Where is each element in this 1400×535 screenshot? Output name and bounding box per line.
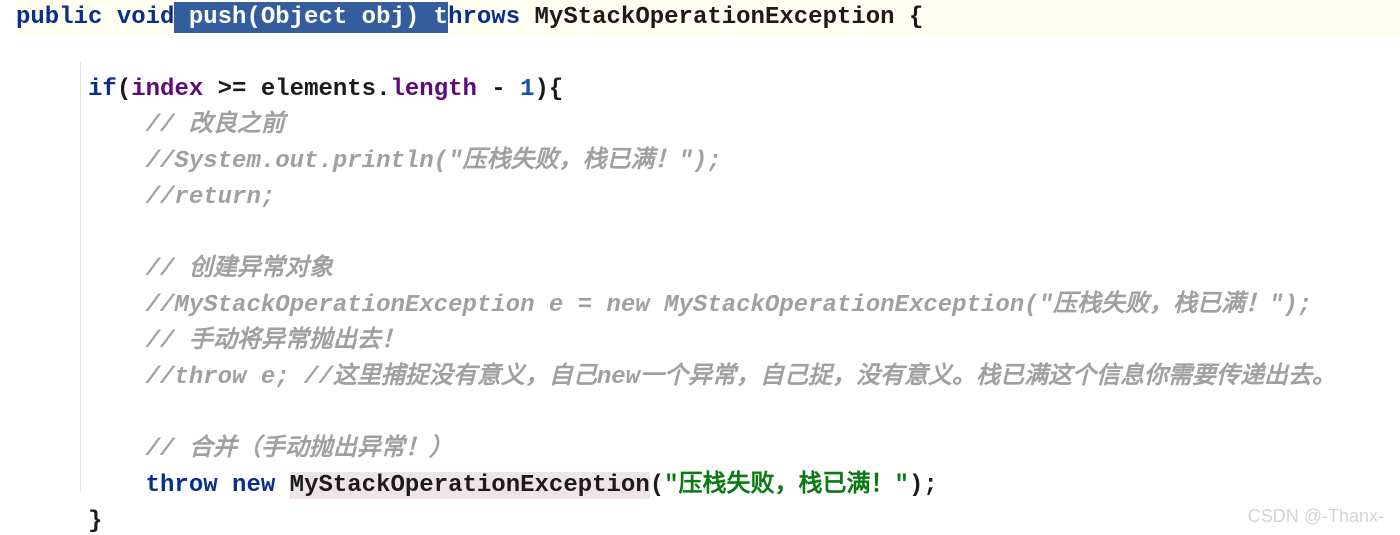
selection[interactable]: push(Object obj) t [174, 2, 448, 33]
code-line-method-sig[interactable]: public void push(Object obj) throws MySt… [16, 0, 1400, 36]
code-line-comment[interactable]: // 手动将异常抛出去！ [16, 328, 405, 355]
string-literal: "压栈失败，栈已满！" [664, 472, 909, 499]
code-line-comment[interactable]: //System.out.println("压栈失败，栈已满！"); [16, 148, 722, 175]
keyword-new: new [232, 472, 275, 499]
keyword-public: public [16, 4, 102, 31]
code-line-comment[interactable]: //return; [16, 184, 275, 211]
code-line-comment[interactable]: // 创建异常对象 [16, 256, 333, 283]
keyword-throw: throw [146, 472, 218, 499]
field-index: index [131, 76, 203, 103]
exception-type-usage: MyStackOperationException [290, 472, 650, 499]
exception-type: MyStackOperationException [535, 4, 895, 31]
brace-open: { [895, 4, 924, 31]
keyword-throws: hrows [448, 4, 520, 31]
code-line-throw[interactable]: throw new MyStackOperationException("压栈失… [16, 472, 938, 499]
keyword-if: if [88, 76, 117, 103]
code-line-close[interactable]: } [16, 508, 102, 535]
code-line-blank[interactable] [16, 400, 30, 427]
code-line-blank[interactable] [16, 220, 30, 247]
code-line-comment[interactable]: // 改良之前 [16, 112, 285, 139]
keyword-void: void [117, 4, 175, 31]
code-line-if[interactable]: if(index >= elements.length - 1){ [16, 76, 563, 103]
watermark: CSDN @-Thanx- [1248, 506, 1384, 527]
code-line-comment[interactable]: // 合并（手动抛出异常！） [16, 436, 453, 463]
code-line-comment[interactable]: //MyStackOperationException e = new MySt… [16, 292, 1312, 319]
code-editor[interactable]: public void push(Object obj) throws MySt… [0, 0, 1400, 535]
indent-guide [80, 62, 81, 492]
code-line-comment[interactable]: //throw e; //这里捕捉没有意义，自己new一个异常，自己捉，没有意义… [16, 364, 1336, 391]
